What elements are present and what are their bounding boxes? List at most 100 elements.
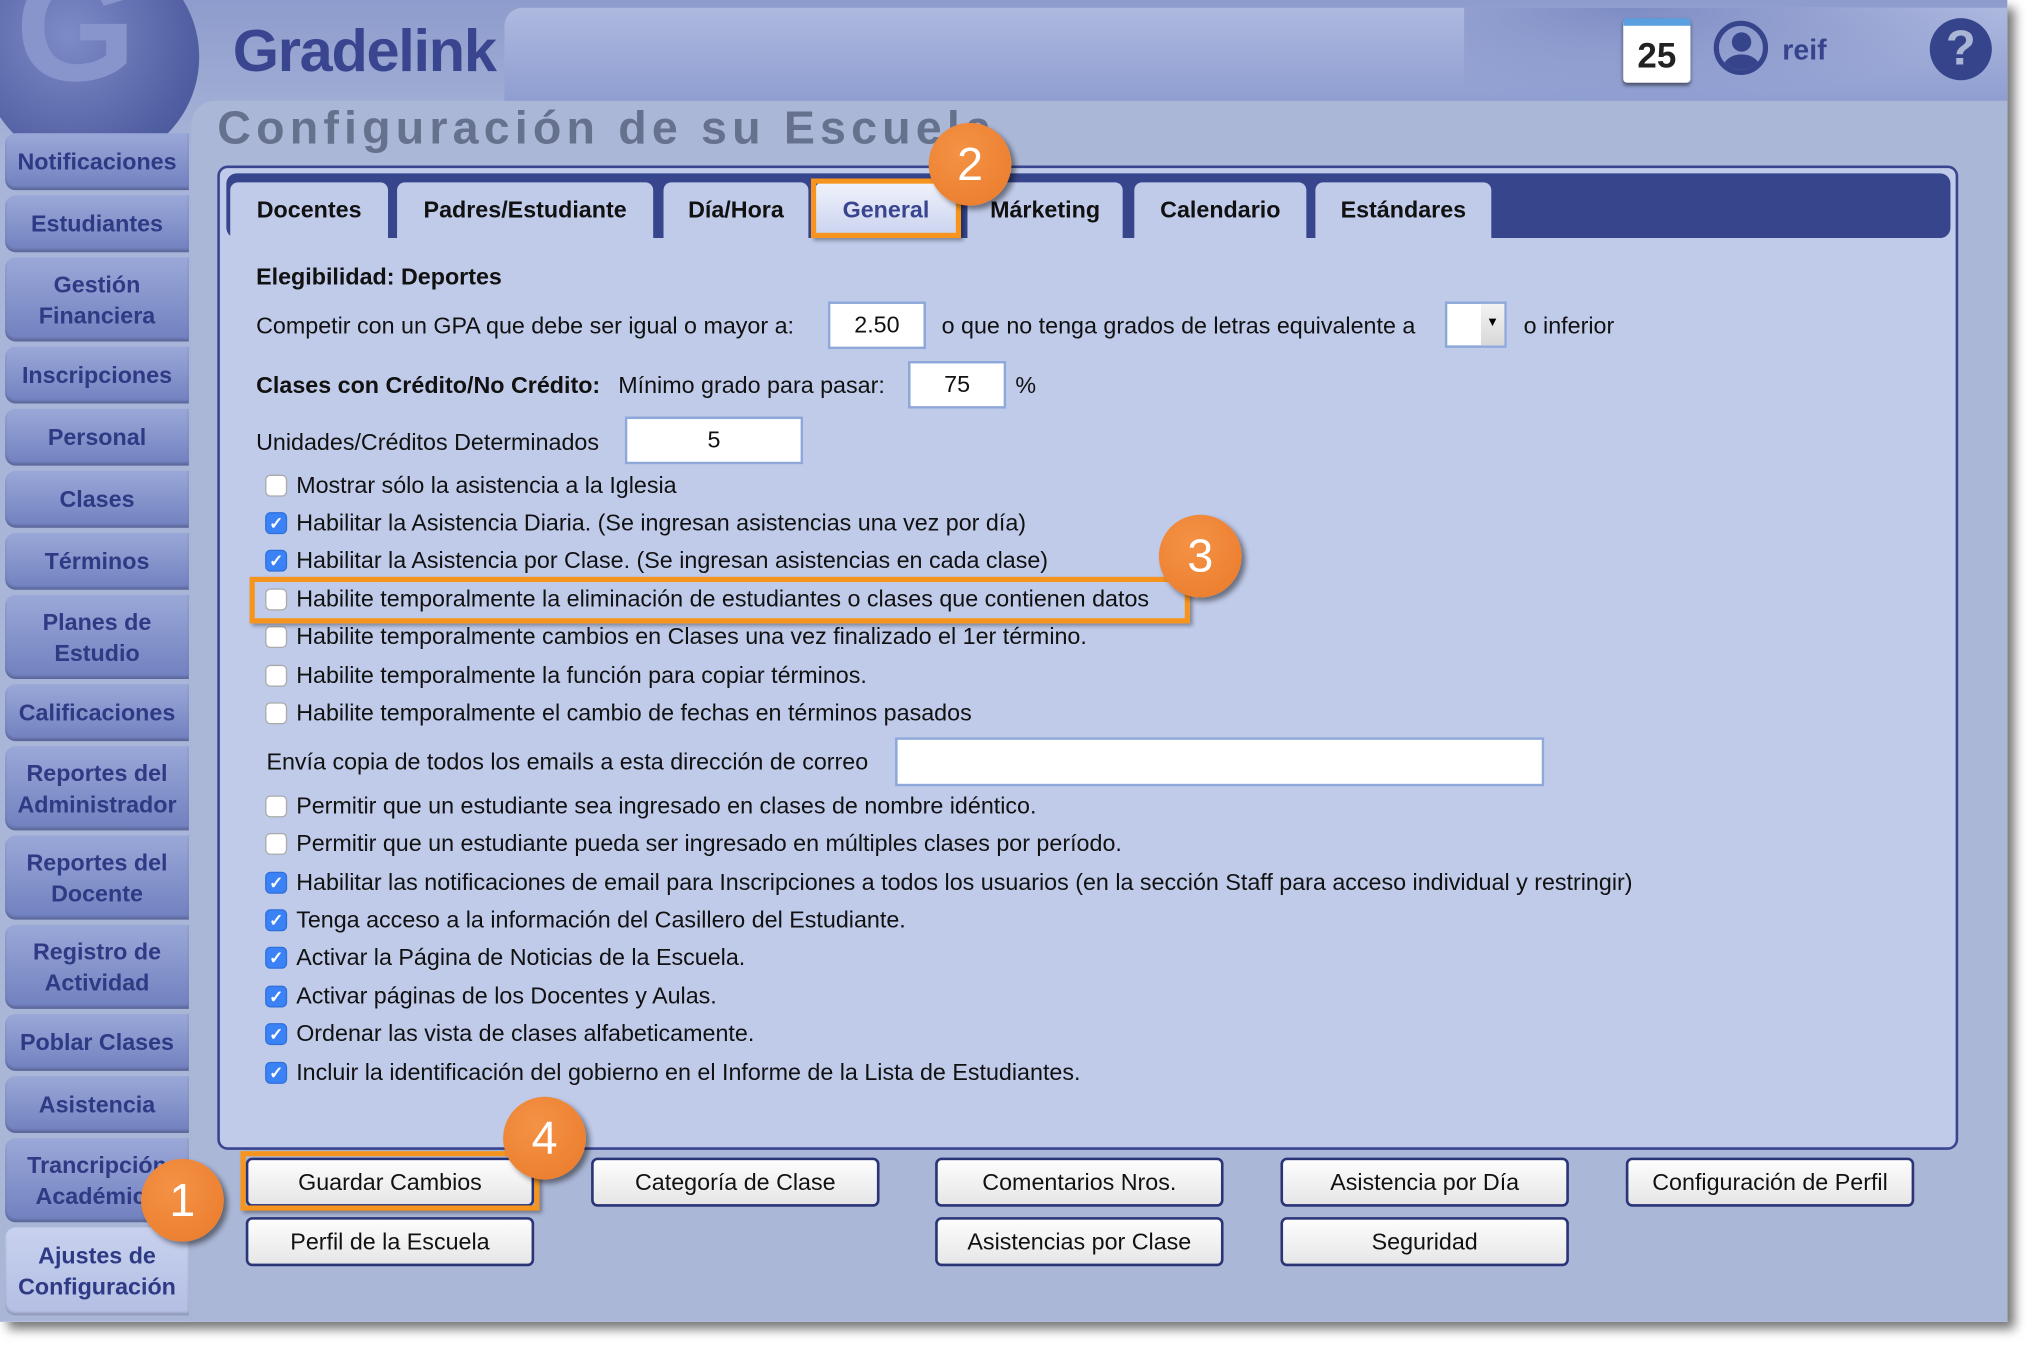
checkbox-row: ✓ Incluir la identificación del gobierno … [265,1059,1080,1086]
email-copy-label: Envía copia de todos los emails a esta d… [266,748,869,775]
checkbox-row: ✓ Tenga acceso a la información del Casil… [265,907,906,934]
school-profile-button[interactable]: Perfil de la Escuela [245,1217,535,1267]
app-window: G Gradelink 25 reif ? Notificaciones Estu… [0,0,2008,1322]
min-grade-input[interactable]: 75 [907,360,1007,409]
checkbox-row: Mostrar sólo la asistencia a la Iglesia [265,472,677,499]
sidebar-item-label: Poblar Clases [20,1029,175,1056]
gpa-input[interactable]: 2.50 [827,301,927,350]
sidebar-item-ajustes-de-configuracion[interactable]: Ajustes de Configuración [5,1227,189,1316]
checkbox-unchecked[interactable] [265,832,288,855]
checkbox-row: ✓ Habilitar la Asistencia Diaria. (Se ing… [265,510,1026,537]
checkbox-row: Permitir que un estudiante sea ingresado… [265,793,1036,820]
tab-estandares[interactable]: Estándares [1315,182,1492,238]
profile-config-button[interactable]: Configuración de Perfil [1625,1157,1915,1207]
checkbox-label: Mostrar sólo la asistencia a la Iglesia [296,472,677,498]
checkbox-unchecked[interactable] [265,474,288,497]
checkbox-label: Habilite temporalmente el cambio de fech… [296,699,972,726]
checkbox-row: ✓ Activar páginas de los Docentes y Aulas… [265,983,717,1010]
daily-attendance-button[interactable]: Asistencia por Día [1280,1157,1569,1207]
sidebar-item-label: Reportes del Docente [26,849,168,907]
chevron-down-icon: ▼ [1480,303,1505,346]
annotation-badge-3: 3 [1158,514,1242,598]
comments-button[interactable]: Comentarios Nros. [935,1157,1224,1207]
highlight-save-button [240,1151,540,1211]
checkbox-label: Habilite temporalmente la función para c… [296,662,867,689]
checkbox-label: Ordenar las vista de clases alfabeticame… [296,1020,755,1047]
sidebar-item-reportes-del-docente[interactable]: Reportes del Docente [5,835,189,920]
checkbox-checked[interactable]: ✓ [265,946,288,969]
checkbox-row: Habilite temporalmente la función para c… [265,662,867,689]
checkbox-label: Habilitar la Asistencia Diaria. (Se ingr… [296,509,1027,536]
checkbox-unchecked[interactable] [265,626,288,648]
units-input[interactable]: 5 [624,416,804,465]
calendar-icon[interactable]: 25 [1623,18,1691,83]
user-avatar-icon[interactable] [1713,20,1769,76]
page-title: Configuración de su Escuela [217,100,997,154]
sidebar-item-label: Registro de Actividad [32,938,162,996]
sidebar-item-label: Términos [44,548,150,575]
tab-calendario[interactable]: Calendario [1134,182,1307,238]
sidebar-item-asistencia[interactable]: Asistencia [5,1076,189,1134]
checkbox-unchecked[interactable] [265,795,288,818]
checkbox-row: ✓ Activar la Página de Noticias de la Esc… [265,944,745,971]
sidebar-item-personal[interactable]: Personal [5,408,189,466]
user-name[interactable]: reif [1782,34,1826,68]
sidebar-item-registro-de-actividad[interactable]: Registro de Actividad [5,924,189,1009]
checkbox-row: ✓ Habilitar las notificaciones de email p… [265,869,1633,896]
sidebar-item-calificaciones[interactable]: Calificaciones [5,684,189,742]
checkbox-row: Permitir que un estudiante pueda ser ing… [265,830,1122,857]
checkbox-row: Habilite temporalmente el cambio de fech… [265,700,972,727]
sidebar-item-notificaciones[interactable]: Notificaciones [5,133,189,191]
checkbox-checked[interactable]: ✓ [265,909,288,932]
sidebar-item-label: Estudiantes [31,210,163,237]
sidebar-item-estudiantes[interactable]: Estudiantes [5,195,189,253]
sidebar-item-gestion-financiera[interactable]: Gestión Financiera [5,257,189,342]
letter-grade-suffix: o inferior [1523,313,1615,339]
checkbox-checked[interactable]: ✓ [265,1061,288,1084]
checkbox-label: Permitir que un estudiante pueda ser ing… [296,830,1122,857]
checkbox-unchecked[interactable] [265,664,288,687]
checkbox-label: Habilitar la Asistencia por Clase. (Se i… [296,547,1049,573]
credit-heading: Clases con Crédito/No Crédito: [256,372,601,399]
email-copy-input[interactable] [895,737,1545,787]
class-category-button[interactable]: Categoría de Clase [591,1157,880,1207]
help-icon[interactable]: ? [1929,18,1992,81]
sidebar-item-clases[interactable]: Clases [5,470,189,528]
checkbox-checked[interactable]: ✓ [265,871,288,894]
security-button[interactable]: Seguridad [1280,1217,1569,1267]
class-attendance-button[interactable]: Asistencias por Clase [935,1217,1224,1267]
sidebar-item-poblar-clases[interactable]: Poblar Clases [5,1014,189,1071]
sidebar-item-label: Clases [59,486,135,513]
credit-label: Mínimo grado para pasar: [618,372,885,399]
sidebar-item-reportes-del-administrador[interactable]: Reportes del Administrador [5,746,189,831]
gpa-label: Competir con un GPA que debe ser igual o… [256,313,795,339]
sidebar-item-label: Gestión Financiera [38,270,156,328]
checkbox-row: Habilite temporalmente cambios en Clases… [265,623,1087,650]
checkbox-checked[interactable]: ✓ [265,549,288,572]
sidebar: Notificaciones Estudiantes Gestión Financi… [5,133,189,1316]
checkbox-row: ✓ Habilitar la Asistencia por Clase. (Se … [265,547,1048,574]
letter-grade-select[interactable]: ▼ [1444,301,1507,348]
highlight-delete-option [249,576,1190,624]
sidebar-item-label: Inscripciones [21,362,173,389]
sidebar-item-inscripciones[interactable]: Inscripciones [5,346,189,404]
checkbox-unchecked[interactable] [265,702,288,725]
eligibility-heading: Elegibilidad: Deportes [256,263,502,290]
checkbox-checked[interactable]: ✓ [265,1023,288,1046]
sidebar-item-planes-de-estudio[interactable]: Planes de Estudio [5,594,189,680]
sidebar-item-label: Asistencia [38,1091,156,1118]
tab-padres-estudiante[interactable]: Padres/Estudiante [397,182,654,238]
checkbox-label: Incluir la identificación del gobierno e… [296,1059,1081,1086]
checkbox-label: Permitir que un estudiante sea ingresado… [296,792,1037,819]
sidebar-item-terminos[interactable]: Términos [5,532,189,590]
checkbox-checked[interactable]: ✓ [265,985,288,1008]
annotation-badge-1: 1 [140,1158,224,1242]
tab-docentes[interactable]: Docentes [230,182,389,238]
checkbox-label: Activar páginas de los Docentes y Aulas. [296,982,717,1009]
brand-name: Gradelink [232,16,497,85]
sidebar-item-label: Calificaciones [18,699,176,726]
checkbox-checked[interactable]: ✓ [265,512,288,535]
sidebar-item-label: Planes de Estudio [42,608,152,666]
checkbox-label: Habilite temporalmente cambios en Clases… [296,623,1087,650]
tab-dia-hora[interactable]: Día/Hora [663,182,809,238]
